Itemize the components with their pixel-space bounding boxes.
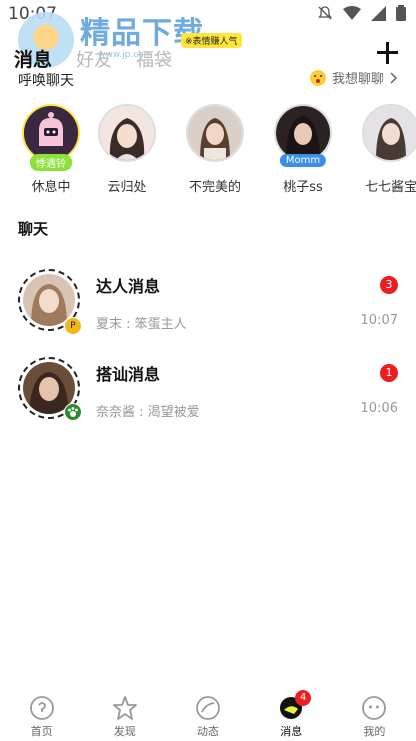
story-name: 桃子ss	[283, 180, 323, 195]
discover-icon	[112, 695, 138, 721]
nav-label: 我的	[363, 725, 386, 738]
nav-profile[interactable]: 我的	[333, 690, 416, 741]
tab-friends[interactable]: 好友	[76, 46, 112, 72]
chat-time: 10:06	[360, 401, 398, 416]
notification-muted-icon	[318, 6, 332, 20]
nav-label: 首页	[30, 725, 53, 738]
nav-discover[interactable]: 发现	[83, 690, 166, 741]
home-icon	[29, 695, 55, 721]
want-chat-button[interactable]: 我想聊聊	[309, 68, 398, 87]
nav-home[interactable]: 首页	[0, 690, 83, 741]
story-name: 七七酱宝	[364, 180, 416, 195]
story-item[interactable]: 云归处	[86, 104, 168, 195]
story-name: 休息中	[31, 180, 71, 195]
nav-label: 消息	[280, 725, 303, 738]
paw-badge-icon	[64, 403, 82, 421]
emoji-face-icon	[309, 69, 326, 86]
nav-messages[interactable]: 4 消息	[250, 690, 333, 741]
chat-name: 搭讪消息	[96, 365, 161, 384]
chat-preview: 夏末 : 笨蛋主人	[96, 317, 187, 332]
chat-row[interactable]: 搭讪消息 1 奈奈酱 : 渴望被爱 10:06	[0, 357, 416, 433]
status-bar: 10:07	[0, 0, 416, 30]
chevron-right-icon	[390, 71, 398, 84]
nav-label: 动态	[197, 725, 219, 738]
story-item[interactable]: 不完美的	[174, 104, 256, 195]
top-tabs: 消息 好友 福袋	[14, 42, 172, 72]
wifi-icon	[343, 5, 361, 20]
chat-preview: 奈奈酱 : 渴望被爱	[96, 405, 200, 420]
avatar	[18, 357, 82, 421]
add-button[interactable]	[376, 42, 400, 66]
chat-name: 达人消息	[96, 277, 161, 296]
story-item[interactable]: Momm 桃子ss	[262, 104, 344, 195]
unread-count-badge: 3	[380, 276, 398, 294]
unread-count-badge: 1	[380, 364, 398, 382]
hot-tag[interactable]: ※表情赚人气	[181, 33, 242, 48]
avatar	[362, 104, 416, 162]
avatar	[98, 104, 156, 162]
status-time: 10:07	[8, 4, 57, 24]
nav-moments[interactable]: 动态	[166, 690, 249, 741]
story-list: 悸遇铃 休息中 云归处 不完美的 Momm 桃子ss 七七酱宝	[0, 104, 416, 204]
story-item[interactable]: 悸遇铃 休息中	[10, 104, 92, 195]
story-name: 不完美的	[188, 180, 241, 195]
story-badge: 悸遇铃	[30, 154, 72, 171]
avatar-photo	[276, 106, 330, 160]
moments-icon	[195, 695, 221, 721]
battery-icon	[396, 5, 406, 21]
call-chat-title: 呼唤聊天	[18, 70, 74, 90]
status-icons	[317, 5, 406, 21]
chat-row[interactable]: P 达人消息 3 夏末 : 笨蛋主人 10:07	[0, 269, 416, 345]
vip-badge-icon: P	[64, 317, 82, 335]
avatar-photo	[188, 106, 242, 160]
ghost-mascot-icon	[24, 106, 78, 160]
avatar: P	[18, 269, 82, 335]
bottom-nav: 首页 发现 动态 4 消息 我的	[0, 690, 416, 741]
story-badge: Momm	[279, 154, 327, 167]
nav-unread-count-badge: 4	[295, 690, 312, 706]
section-title: 聊天	[18, 220, 49, 238]
avatar-photo	[364, 106, 416, 160]
profile-icon	[361, 695, 387, 721]
signal-icon	[371, 5, 386, 21]
tab-lucky-bag[interactable]: 福袋	[136, 46, 172, 72]
avatar-illustration	[100, 106, 154, 160]
nav-label: 发现	[113, 725, 136, 738]
avatar	[186, 104, 244, 162]
want-chat-label: 我想聊聊	[331, 72, 384, 87]
story-name: 云归处	[107, 180, 147, 195]
chat-time: 10:07	[360, 313, 398, 328]
story-item[interactable]: 七七酱宝	[350, 104, 416, 195]
tab-messages[interactable]: 消息	[14, 45, 52, 72]
